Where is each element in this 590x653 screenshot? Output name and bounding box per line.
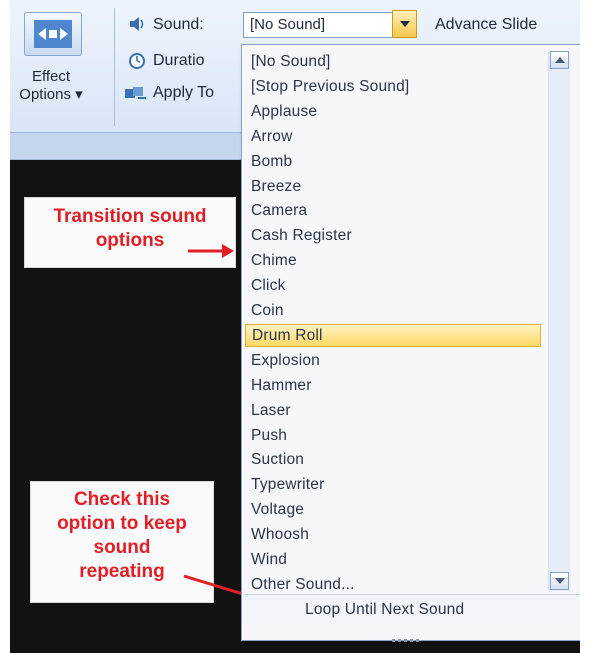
sound-option[interactable]: Wind: [245, 548, 545, 571]
sound-option[interactable]: Explosion: [245, 349, 545, 372]
sound-option[interactable]: Drum Roll: [245, 323, 541, 347]
sound-option[interactable]: Click: [245, 274, 545, 297]
dropdown-separator: [245, 594, 580, 595]
sound-option[interactable]: Hammer: [245, 374, 545, 397]
sound-option[interactable]: Suction: [245, 448, 545, 471]
callout-transition-text: Transition sound options: [53, 206, 207, 251]
effect-options-label: Effect Options ▾: [19, 68, 83, 103]
sound-combobox[interactable]: [No Sound]: [243, 12, 417, 38]
effect-options-icon: [34, 20, 72, 48]
sound-option[interactable]: [No Sound]: [245, 50, 545, 73]
scroll-down-button[interactable]: [550, 572, 569, 590]
chevron-up-icon: [555, 57, 565, 63]
sound-option[interactable]: Bomb: [245, 150, 545, 173]
scroll-up-button[interactable]: [550, 51, 569, 69]
sound-option[interactable]: Laser: [245, 399, 545, 422]
sound-option[interactable]: Voltage: [245, 498, 545, 521]
chevron-down-icon: [555, 578, 565, 584]
chevron-down-icon: [400, 21, 410, 27]
advance-slide-label: Advance Slide: [435, 16, 538, 33]
sound-combobox-value: [No Sound]: [250, 16, 326, 33]
sound-option[interactable]: Arrow: [245, 125, 545, 148]
dropdown-scrollbar[interactable]: [548, 51, 570, 591]
duration-label: Duratio: [153, 52, 205, 69]
loop-until-next-sound-label: Loop Until Next Sound: [305, 601, 465, 618]
group-separator: [114, 8, 115, 126]
sound-option[interactable]: Coin: [245, 299, 545, 322]
effect-options-button[interactable]: [24, 12, 82, 56]
sound-option[interactable]: Push: [245, 424, 545, 447]
sound-option[interactable]: Chime: [245, 249, 545, 272]
sound-option[interactable]: Camera: [245, 199, 545, 222]
clock-icon: [129, 53, 145, 69]
sound-label: Sound:: [153, 16, 204, 33]
apply-to-all-icon: [125, 87, 146, 99]
powerpoint-window: Effect Options ▾ Sound: [No Sound] Advan…: [10, 0, 580, 653]
sound-dropdown-list: [No Sound] [Stop Previous Sound] Applause A…: [241, 44, 580, 642]
apply-to-all-button[interactable]: Apply To: [153, 84, 214, 102]
sound-option[interactable]: Other Sound...: [245, 573, 545, 596]
callout-loop-text: Check this option to keep sound repeatin…: [57, 489, 187, 582]
sound-icon: [130, 17, 144, 31]
sound-option[interactable]: Whoosh: [245, 523, 545, 546]
sound-dropdown-button[interactable]: [392, 10, 417, 38]
resize-grip[interactable]: [392, 629, 428, 642]
sound-option[interactable]: Cash Register: [245, 224, 545, 247]
sound-option[interactable]: [Stop Previous Sound]: [245, 75, 545, 98]
sound-option[interactable]: Breeze: [245, 175, 545, 198]
loop-until-next-sound-option[interactable]: Loop Until Next Sound: [245, 596, 580, 624]
callout-arrow-1: [188, 244, 234, 258]
sound-option[interactable]: Typewriter: [245, 473, 545, 496]
sound-option[interactable]: Applause: [245, 100, 545, 123]
